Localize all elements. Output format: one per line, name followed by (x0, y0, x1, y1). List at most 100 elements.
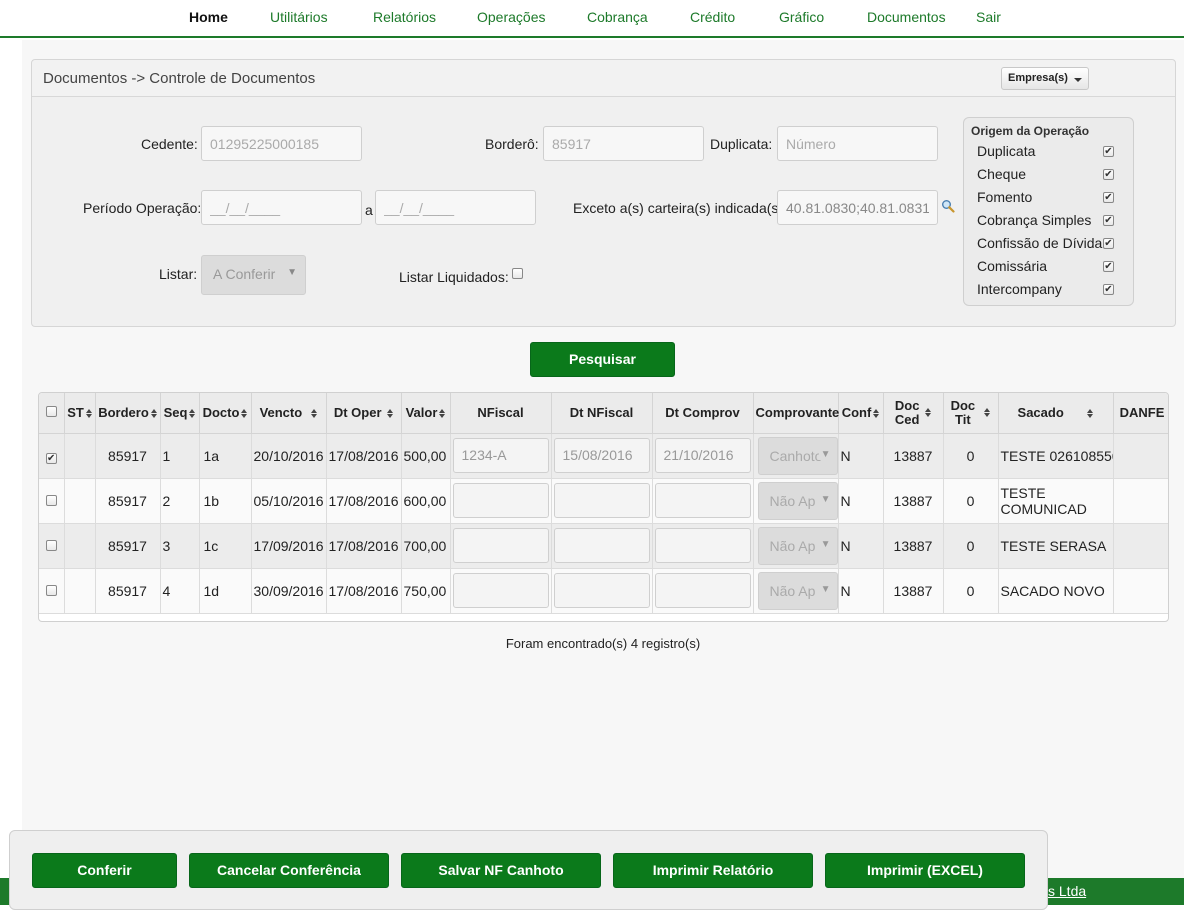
comprovante-select[interactable]: Não Ap ▼ (757, 526, 837, 565)
footer-company-link[interactable]: s Ltda (1048, 883, 1086, 899)
docced-cell: 13887 (883, 433, 944, 479)
imprimir-excel-button[interactable]: Imprimir (EXCEL) (825, 853, 1025, 888)
nav-grafico[interactable]: Gráfico (779, 9, 824, 25)
row-select-cell (39, 478, 65, 524)
periodo-from-input[interactable] (201, 190, 362, 225)
header-st-label: ST (67, 404, 84, 420)
dtnfiscal-cell (551, 523, 653, 569)
dtnfiscal-cell (551, 568, 653, 614)
cancelar-conferencia-button[interactable]: Cancelar Conferência (189, 853, 389, 888)
seq-cell: 3 (160, 523, 200, 569)
comprovante-select[interactable]: Canhoto ▼ (757, 436, 837, 475)
bordero-cell: 85917 (95, 478, 161, 524)
header-doctit[interactable]: Doc Tit (943, 393, 999, 434)
row-select-cell (39, 568, 65, 614)
header-conf[interactable]: Conf (838, 393, 884, 434)
header-seq[interactable]: Seq (160, 393, 200, 434)
cedente-input[interactable] (201, 126, 362, 161)
bordero-input[interactable] (543, 126, 704, 161)
origem-checkbox-confissao-divida[interactable]: ✔ (1103, 238, 1114, 249)
nfiscal-input[interactable] (452, 483, 549, 518)
doctit-cell: 0 (943, 568, 999, 614)
nav-operacoes[interactable]: Operações (477, 9, 545, 25)
top-navigation: Home Utilitários Relatórios Operações Co… (0, 0, 1184, 38)
nav-credito[interactable]: Crédito (690, 9, 735, 25)
select-all-checkbox[interactable] (45, 405, 57, 417)
header-sacado-label: Sacado (1017, 404, 1064, 420)
comprovante-select[interactable]: Não Ap ▼ (757, 571, 837, 610)
origem-checkbox-comissaria[interactable]: ✔ (1103, 261, 1114, 272)
listar-select[interactable]: A Conferir ▼ (201, 255, 306, 295)
row-checkbox[interactable] (45, 494, 57, 506)
row-checkbox[interactable] (45, 584, 57, 596)
exceto-carteira-input[interactable] (777, 190, 938, 225)
row-checkbox[interactable] (45, 539, 57, 551)
dtcomprov-input[interactable] (654, 483, 751, 518)
header-comprovante: Comprovante (753, 393, 839, 434)
sacado-cell: SACADO NOVO (998, 568, 1114, 614)
bordero-label: Borderô: (485, 136, 539, 152)
doctit-cell: 0 (943, 478, 999, 524)
nfiscal-input[interactable]: 1234-A (452, 438, 549, 473)
seq-cell: 1 (160, 433, 200, 479)
table-row: ✔ 85917 1 1a 20/10/2016 17/08/2016 500,0… (39, 433, 1168, 479)
nav-cobranca[interactable]: Cobrança (587, 9, 648, 25)
pesquisar-button[interactable]: Pesquisar (530, 342, 675, 377)
header-dtoper-label: Dt Oper (333, 404, 382, 420)
st-cell (64, 568, 96, 614)
dtnfiscal-input[interactable] (553, 528, 650, 563)
dtnfiscal-input[interactable]: 15/08/2016 (553, 438, 650, 473)
vencto-cell: 20/10/2016 (251, 433, 327, 479)
origem-label-confissao-divida: Confissão de Dívida (977, 235, 1103, 251)
header-docced[interactable]: Doc Ced (883, 393, 944, 434)
listar-liquidados-checkbox[interactable] (512, 268, 523, 279)
conf-cell: N (838, 478, 884, 524)
nav-home[interactable]: Home (189, 9, 228, 25)
origem-label-cheque: Cheque (977, 166, 1027, 182)
nfiscal-cell (450, 568, 552, 614)
header-valor[interactable]: Valor (401, 393, 451, 434)
conf-cell: N (838, 523, 884, 569)
valor-cell: 500,00 (401, 433, 451, 479)
nfiscal-input[interactable] (452, 528, 549, 563)
header-st[interactable]: ST (64, 393, 96, 434)
doctit-cell: 0 (943, 523, 999, 569)
salvar-nf-canhoto-button[interactable]: Salvar NF Canhoto (401, 853, 601, 888)
dtcomprov-input[interactable] (654, 573, 751, 608)
dtcomprov-input[interactable]: 21/10/2016 (654, 438, 751, 473)
duplicata-input[interactable] (777, 126, 938, 161)
dtnfiscal-input[interactable] (553, 483, 650, 518)
header-vencto[interactable]: Vencto (251, 393, 327, 434)
origem-checkbox-fomento[interactable]: ✔ (1103, 192, 1114, 203)
comprovante-cell: Canhoto ▼ (753, 433, 839, 479)
header-bordero[interactable]: Bordero (95, 393, 161, 434)
row-checkbox[interactable]: ✔ (45, 452, 57, 464)
search-icon[interactable] (941, 199, 955, 213)
empresa-dropdown-button[interactable]: Empresa(s) (1001, 67, 1089, 90)
header-docto[interactable]: Docto (199, 393, 252, 434)
header-doctit-label-2: Tit (955, 411, 971, 427)
header-sacado[interactable]: Sacado (998, 393, 1114, 434)
origem-checkbox-intercompany[interactable]: ✔ (1103, 284, 1114, 295)
origem-checkbox-cheque[interactable]: ✔ (1103, 169, 1114, 180)
nav-documentos[interactable]: Documentos (867, 9, 946, 25)
comprovante-select[interactable]: Não Ap ▼ (757, 481, 837, 520)
dtcomprov-input[interactable] (654, 528, 751, 563)
listar-label: Listar: (159, 266, 198, 282)
comprovante-value: Não Ap (769, 582, 816, 599)
dtnfiscal-input[interactable] (553, 573, 650, 608)
header-dtoper[interactable]: Dt Oper (326, 393, 402, 434)
origem-checkbox-cobranca-simples[interactable]: ✔ (1103, 215, 1114, 226)
nfiscal-input[interactable] (452, 573, 549, 608)
nav-utilitarios[interactable]: Utilitários (270, 9, 328, 25)
imprimir-relatorio-button[interactable]: Imprimir Relatório (613, 853, 813, 888)
nav-relatorios[interactable]: Relatórios (373, 9, 436, 25)
dtoper-cell: 17/08/2016 (326, 478, 402, 524)
conferir-button[interactable]: Conferir (32, 853, 177, 888)
origem-checkbox-duplicata[interactable]: ✔ (1103, 146, 1114, 157)
periodo-to-input[interactable] (375, 190, 536, 225)
nav-sair[interactable]: Sair (976, 9, 1001, 25)
action-bar: Conferir Cancelar Conferência Salvar NF … (9, 830, 1048, 910)
dtnfiscal-cell: 15/08/2016 (551, 433, 653, 479)
sacado-cell: TESTE 026108556 (998, 433, 1114, 479)
